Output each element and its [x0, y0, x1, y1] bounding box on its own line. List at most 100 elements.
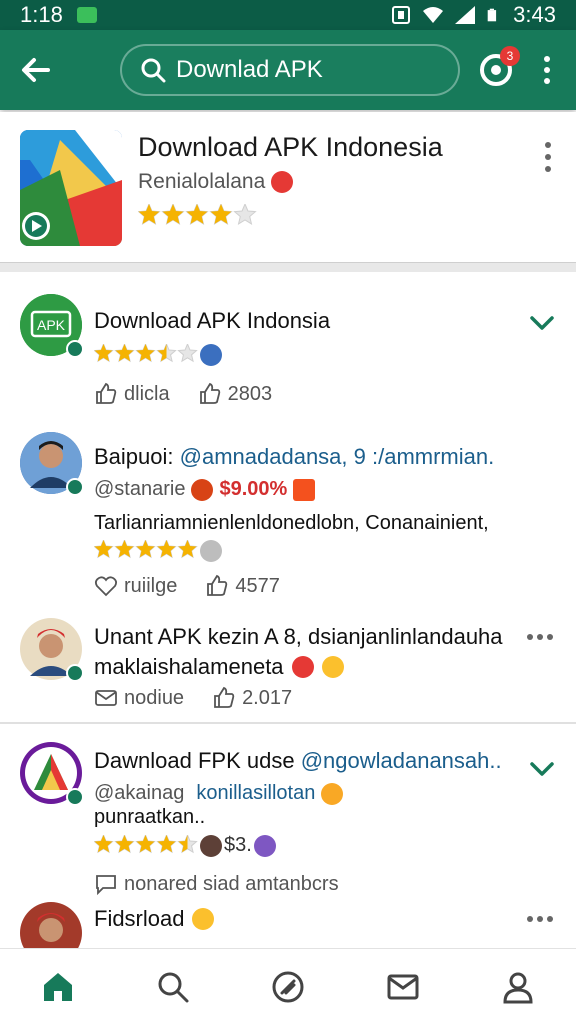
more-horiz-icon[interactable]	[526, 914, 554, 924]
app-rating	[137, 202, 258, 235]
avatar-badge	[66, 340, 84, 358]
feed-meta: nonared siad amtanbcrs	[94, 872, 339, 896]
nfc-icon	[392, 6, 411, 24]
wifi-icon	[423, 7, 444, 23]
post-title[interactable]: Dawnload FPK udse	[94, 748, 295, 773]
avatar-badge	[66, 478, 84, 496]
comment-icon	[96, 875, 116, 896]
face-icon	[200, 834, 222, 857]
status-bar: 1:18 3:43	[0, 0, 576, 30]
price-text: $3.	[224, 834, 252, 856]
nav-search[interactable]	[151, 965, 195, 1009]
rating-stars: $3.	[94, 834, 276, 857]
bottom-navigation	[0, 948, 576, 1024]
comment-label: nonared siad amtanbcrs	[124, 872, 339, 895]
like-label: dlicla	[124, 382, 170, 405]
post-title[interactable]: Fidsrload	[94, 906, 184, 932]
chevron-down-icon[interactable]	[528, 312, 556, 334]
star-filled	[138, 204, 160, 224]
post-body: Tarlianriamnienlenldonedlobn, Conanainie…	[94, 512, 489, 534]
nav-home[interactable]	[36, 965, 80, 1009]
like-button[interactable]: dlicla	[94, 382, 170, 406]
like-button[interactable]: ruiilge	[94, 574, 177, 598]
section-divider	[0, 262, 576, 272]
avatar-badge	[66, 664, 84, 682]
post-author[interactable]: Baipuoi:	[94, 444, 174, 469]
grin-emoji-icon	[321, 656, 344, 678]
like-count[interactable]: 2803	[198, 382, 273, 406]
heart-icon	[94, 576, 118, 597]
app-icon[interactable]	[20, 130, 122, 246]
post-body-line1: Unant APK kezin A 8, dsianjanlinlandauha	[94, 624, 503, 649]
battery-icon	[487, 8, 497, 22]
message-button[interactable]: nodiue	[94, 686, 184, 710]
more-vert-icon[interactable]	[534, 54, 560, 86]
star-filled	[178, 540, 197, 558]
user-avatar[interactable]	[20, 618, 84, 682]
angry-emoji-icon	[271, 171, 294, 193]
red-emoji-icon	[191, 478, 214, 501]
search-field[interactable]: Downlad APK	[120, 44, 460, 96]
post-header: Dawnload FPK udse @ngowladanansah..	[94, 748, 502, 774]
feed-title[interactable]: Download APK Indonsia	[94, 308, 330, 334]
grin-emoji-icon	[192, 908, 215, 930]
comment-button[interactable]: nonared siad amtanbcrs	[94, 872, 339, 896]
search-icon	[158, 972, 189, 1002]
like-label: ruiilge	[124, 574, 178, 597]
globe-icon	[253, 834, 276, 857]
notification-badge: 3	[500, 46, 520, 66]
star-filled	[136, 540, 155, 558]
apk-avatar[interactable]: APK	[20, 294, 84, 358]
star-filled	[210, 204, 232, 224]
post-handle[interactable]: @akainag	[94, 782, 184, 805]
chevron-down-icon[interactable]	[528, 758, 556, 780]
like-count[interactable]: 2.017	[212, 686, 292, 710]
star-filled	[136, 344, 155, 362]
post-subline: @stanarie $9.00%	[94, 478, 316, 501]
thumbs-up-icon	[199, 382, 220, 404]
thumbs-up-icon	[96, 382, 117, 404]
app-developer: Renialolalana	[138, 170, 294, 194]
home-icon	[43, 972, 72, 1001]
user-avatar[interactable]	[20, 432, 84, 496]
search-icon	[141, 58, 166, 83]
nav-messages[interactable]	[381, 965, 425, 1009]
globe-icon	[200, 344, 222, 366]
post-header: Baipuoi: @amnadadansa, 9 :/ammrmian.	[94, 444, 494, 470]
post-mention[interactable]: @amnadadansa, 9 :/ammrmian.	[180, 444, 495, 469]
angry-emoji-icon	[291, 656, 314, 678]
count-text: 4577	[235, 574, 280, 597]
post-mention[interactable]: @ngowladanansah..	[301, 748, 502, 773]
post-body-line2-wrap: maklaishalameneta	[94, 654, 344, 680]
thumbs-up-icon	[207, 574, 228, 596]
nav-explore[interactable]	[266, 965, 310, 1009]
mail-icon	[95, 690, 117, 706]
back-arrow-icon[interactable]	[14, 48, 58, 92]
nav-profile[interactable]	[496, 965, 540, 1009]
price-text: $9.00%	[219, 478, 288, 500]
count-text: 2803	[227, 382, 273, 405]
star-filled	[162, 204, 184, 224]
app-more-icon[interactable]	[536, 140, 560, 174]
rating-stars	[137, 202, 257, 225]
star-filled	[115, 540, 134, 558]
post-body-line2: maklaishalameneta	[94, 654, 284, 679]
app-avatar[interactable]	[20, 742, 84, 806]
rating-stars	[94, 344, 222, 366]
star-filled	[94, 834, 113, 852]
post-subline: @akainag konillasillotan	[94, 782, 344, 805]
like-label: nodiue	[124, 686, 185, 709]
star-filled	[136, 834, 155, 852]
count-text: 2.017	[242, 686, 293, 709]
notification-icon	[76, 7, 97, 23]
compass-icon	[272, 971, 304, 1002]
post-link[interactable]: konillasillotan	[196, 782, 315, 805]
post-handle[interactable]: @stanarie	[94, 478, 185, 501]
developer-name[interactable]: Renialolalana	[138, 170, 265, 194]
feed-meta: nodiue 2.017	[94, 686, 292, 710]
feed-meta: dlicla 2803	[94, 382, 272, 406]
star-filled	[94, 540, 113, 558]
more-horiz-icon[interactable]	[526, 632, 554, 642]
mail-icon	[387, 974, 419, 999]
like-count[interactable]: 4577	[205, 574, 280, 598]
